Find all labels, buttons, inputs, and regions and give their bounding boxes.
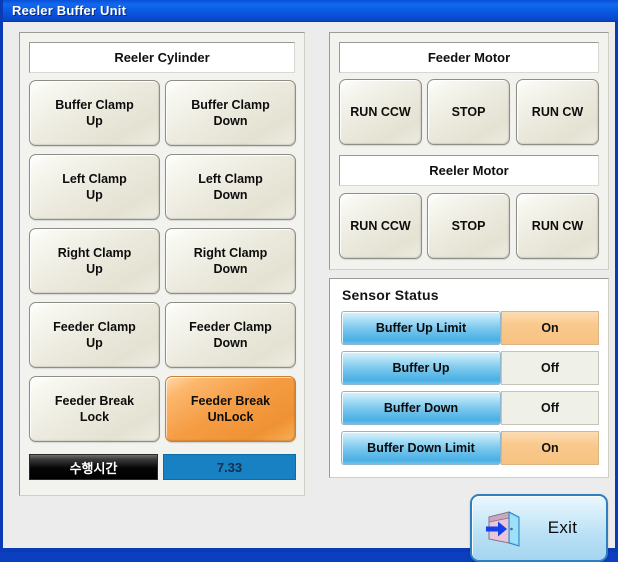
motor-control-panel: Feeder Motor RUN CCW STOP RUN CW Reeler … <box>329 32 609 270</box>
button-feeder-motor-run-cw[interactable]: RUN CW <box>516 79 599 145</box>
application-window: Reeler Buffer Unit Reeler Cylinder Buffe… <box>0 0 618 562</box>
sensor-value-buffer-up: Off <box>501 351 599 385</box>
button-buffer-clamp-up[interactable]: Buffer Clamp Up <box>29 80 160 146</box>
button-label: Feeder Clamp Up <box>53 319 136 350</box>
button-label: STOP <box>451 218 486 233</box>
reeler-cylinder-header: Reeler Cylinder <box>29 42 295 73</box>
button-left-clamp-down[interactable]: Left Clamp Down <box>165 154 296 220</box>
window-title: Reeler Buffer Unit <box>12 3 127 18</box>
sensor-label-buffer-down-limit: Buffer Down Limit <box>341 431 501 465</box>
button-label: Left Clamp Down <box>198 171 263 202</box>
button-buffer-clamp-down[interactable]: Buffer Clamp Down <box>165 80 296 146</box>
button-reeler-motor-run-ccw[interactable]: RUN CCW <box>339 193 422 259</box>
window-title-bar: Reeler Buffer Unit <box>3 0 618 22</box>
exit-button-label: Exit <box>547 518 578 537</box>
button-label: RUN CCW <box>350 104 411 119</box>
button-label: RUN CW <box>531 104 584 119</box>
execution-time-label: 수행시간 <box>29 454 158 480</box>
sensor-label-buffer-up: Buffer Up <box>341 351 501 385</box>
button-label: Feeder Break UnLock <box>190 393 271 424</box>
button-label: Feeder Clamp Down <box>189 319 272 350</box>
button-right-clamp-down[interactable]: Right Clamp Down <box>165 228 296 294</box>
button-label: Right Clamp Down <box>193 245 268 276</box>
button-reeler-motor-run-cw[interactable]: RUN CW <box>516 193 599 259</box>
sensor-status-title: Sensor Status <box>342 287 439 303</box>
button-feeder-motor-run-ccw[interactable]: RUN CCW <box>339 79 422 145</box>
reeler-cylinder-panel: Reeler Cylinder Buffer Clamp Up Buffer C… <box>19 32 305 496</box>
button-label: Right Clamp Up <box>57 245 132 276</box>
button-feeder-clamp-down[interactable]: Feeder Clamp Down <box>165 302 296 368</box>
reeler-motor-header: Reeler Motor <box>339 155 599 186</box>
button-label: Feeder Break Lock <box>54 393 135 424</box>
button-right-clamp-up[interactable]: Right Clamp Up <box>29 228 160 294</box>
button-reeler-motor-stop[interactable]: STOP <box>427 193 510 259</box>
exit-door-icon <box>486 511 520 547</box>
button-feeder-break-unlock[interactable]: Feeder Break UnLock <box>165 376 296 442</box>
sensor-status-panel: Sensor Status Buffer Up Limit On Buffer … <box>329 278 609 478</box>
sensor-value-buffer-up-limit: On <box>501 311 599 345</box>
button-feeder-clamp-up[interactable]: Feeder Clamp Up <box>29 302 160 368</box>
sensor-label-buffer-up-limit: Buffer Up Limit <box>341 311 501 345</box>
button-label: STOP <box>451 104 486 119</box>
button-label: Left Clamp Up <box>62 171 127 202</box>
sensor-value-buffer-down: Off <box>501 391 599 425</box>
button-feeder-motor-stop[interactable]: STOP <box>427 79 510 145</box>
button-left-clamp-up[interactable]: Left Clamp Up <box>29 154 160 220</box>
button-label: Buffer Clamp Down <box>191 97 270 128</box>
button-label: Buffer Clamp Up <box>55 97 134 128</box>
window-content: Reeler Cylinder Buffer Clamp Up Buffer C… <box>3 22 615 562</box>
button-label: RUN CCW <box>350 218 411 233</box>
sensor-label-buffer-down: Buffer Down <box>341 391 501 425</box>
button-label: RUN CW <box>531 218 584 233</box>
execution-time-value: 7.33 <box>163 454 296 480</box>
sensor-value-buffer-down-limit: On <box>501 431 599 465</box>
feeder-motor-header: Feeder Motor <box>339 42 599 73</box>
button-feeder-break-lock[interactable]: Feeder Break Lock <box>29 376 160 442</box>
